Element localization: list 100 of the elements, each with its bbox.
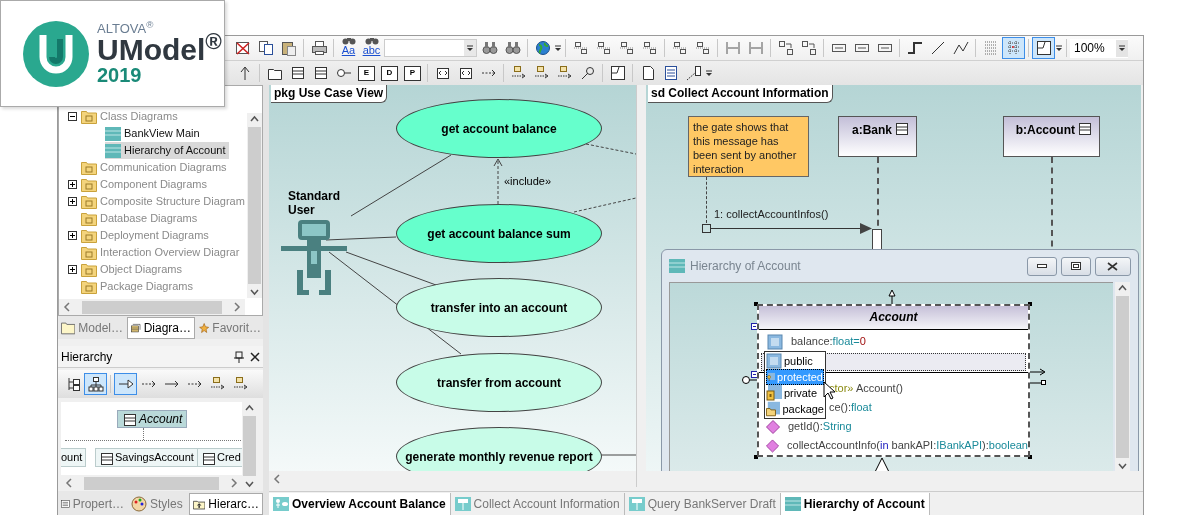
printer-icon[interactable]	[310, 40, 327, 56]
dependency-icon[interactable]	[510, 65, 527, 81]
document-tab[interactable]: Hierarchy of Account	[780, 493, 930, 515]
tree-item[interactable]: Composite Structure Diagram	[81, 193, 247, 210]
lifeline-head[interactable]: b:Account	[1003, 116, 1100, 157]
dependency-icon[interactable]	[209, 376, 226, 392]
swap-icon[interactable]	[800, 40, 817, 56]
step-line-icon[interactable]	[906, 40, 923, 56]
menu-item[interactable]: private	[766, 385, 824, 401]
frame-icon[interactable]	[609, 65, 626, 81]
dependency-icon[interactable]	[556, 65, 573, 81]
class-node[interactable]: ount	[61, 448, 87, 467]
expand-icon[interactable]	[68, 197, 77, 206]
swap-icon[interactable]	[777, 40, 794, 56]
polyline-icon[interactable]	[952, 40, 969, 56]
scroll-left-icon[interactable]	[62, 302, 72, 312]
dependency-icon[interactable]	[533, 65, 550, 81]
binoculars-icon[interactable]	[481, 40, 498, 56]
package-icon[interactable]	[434, 65, 451, 81]
panel-tab[interactable]: Propert…	[58, 493, 127, 515]
scroll-right-icon[interactable]	[229, 478, 239, 488]
tree-item[interactable]: Package Diagrams	[81, 278, 196, 295]
horizontal-scrollbar[interactable]	[59, 299, 245, 315]
copy-icon[interactable]	[257, 40, 274, 56]
align-icon[interactable]	[618, 40, 635, 56]
class-node[interactable]: Cred	[197, 448, 242, 467]
element-button[interactable]: E	[358, 65, 375, 81]
generalization-icon[interactable]	[117, 376, 134, 392]
menu-item[interactable]: package	[766, 401, 824, 417]
close-icon[interactable]	[250, 351, 260, 362]
scroll-right-icon[interactable]	[232, 302, 242, 312]
clipboard-icon[interactable]	[280, 40, 297, 56]
tree-item[interactable]: BankView Main	[105, 125, 203, 142]
expand-icon[interactable]	[68, 265, 77, 274]
tree-item[interactable]: Interaction Overview Diagrar	[81, 244, 243, 261]
expand-icon[interactable]	[68, 231, 77, 240]
collapse-icon[interactable]	[68, 112, 77, 121]
tree-item[interactable]: Class Diagrams	[81, 108, 181, 125]
dependency-icon[interactable]	[232, 376, 249, 392]
class-node[interactable]: Account	[117, 410, 188, 428]
document-tab[interactable]: Overview Account Balance	[269, 493, 451, 515]
hierarchy-view-icon[interactable]	[87, 376, 104, 392]
element-button[interactable]: P	[404, 65, 421, 81]
panel-tab[interactable]: Diagra…	[127, 316, 195, 339]
align-icon[interactable]	[572, 40, 589, 56]
align-icon[interactable]	[641, 40, 658, 56]
list-icon[interactable]	[312, 65, 329, 81]
vertical-scrollbar[interactable]	[247, 113, 262, 298]
tree-item[interactable]: Object Diagrams	[81, 261, 185, 278]
maximize-button[interactable]	[1061, 256, 1091, 276]
maximize-icon[interactable]	[1071, 262, 1081, 270]
scroll-left-icon[interactable]	[272, 474, 282, 484]
align-icon[interactable]	[694, 40, 711, 56]
panel-tab[interactable]: Hierarc…	[189, 493, 263, 515]
tree-item[interactable]: Database Diagrams	[81, 210, 201, 227]
chevron-down-icon[interactable]	[1055, 44, 1063, 52]
document-tab[interactable]: Query BankServer Draft	[624, 493, 781, 515]
align-icon[interactable]	[595, 40, 612, 56]
panel-tab[interactable]: Model…	[58, 316, 126, 339]
document-tab[interactable]: Collect Account Information	[450, 493, 625, 515]
snap-grid-icon[interactable]	[1005, 40, 1022, 56]
close-button[interactable]	[1095, 256, 1131, 276]
tree-item[interactable]: Hierarchy of Account	[105, 142, 229, 159]
close-icon[interactable]	[1107, 261, 1119, 271]
pin-locate-icon[interactable]	[579, 65, 596, 81]
chevron-down-icon[interactable]	[705, 69, 713, 77]
document-icon[interactable]	[662, 65, 679, 81]
globe-icon[interactable]	[534, 40, 551, 56]
attribute-row[interactable]: balance:float=0	[761, 332, 1026, 351]
list-icon[interactable]	[289, 65, 306, 81]
selection-handle[interactable]	[754, 455, 758, 459]
minimize-button[interactable]	[1027, 256, 1057, 276]
tree-item[interactable]: Communication Diagrams	[81, 159, 230, 176]
chevron-down-icon[interactable]	[554, 44, 562, 52]
find-button[interactable]: Aa	[337, 36, 360, 60]
pin-icon[interactable]	[234, 350, 244, 363]
tree-item[interactable]: Component Diagrams	[81, 176, 210, 193]
panel-tab[interactable]: Favorit…	[196, 316, 264, 339]
line-icon[interactable]	[929, 40, 946, 56]
class-node[interactable]: SavingsAccount	[95, 448, 198, 467]
frame-icon[interactable]	[1035, 40, 1052, 56]
element-button[interactable]: D	[381, 65, 398, 81]
package-icon[interactable]	[457, 65, 474, 81]
minimize-icon[interactable]	[1037, 264, 1047, 268]
lifeline-head[interactable]: a:Bank	[838, 116, 917, 157]
folder-icon	[61, 320, 76, 335]
vertical-scrollbar[interactable]	[1115, 282, 1130, 471]
scroll-left-icon[interactable]	[64, 478, 74, 488]
delete-icon[interactable]	[234, 40, 251, 56]
zoom-combo[interactable]: 100%	[1070, 38, 1128, 58]
note-link-icon[interactable]	[685, 65, 702, 81]
binoculars-icon[interactable]	[504, 40, 521, 56]
vertical-scrollbar[interactable]	[242, 402, 257, 490]
selection-handle[interactable]	[754, 302, 758, 306]
find-button[interactable]: abc	[360, 36, 383, 60]
menu-item[interactable]: public	[766, 353, 824, 369]
tree-item[interactable]: Deployment Diagrams	[81, 227, 212, 244]
expand-icon[interactable]	[68, 180, 77, 189]
panel-tab[interactable]: Styles	[128, 493, 188, 515]
align-icon[interactable]	[671, 40, 688, 56]
